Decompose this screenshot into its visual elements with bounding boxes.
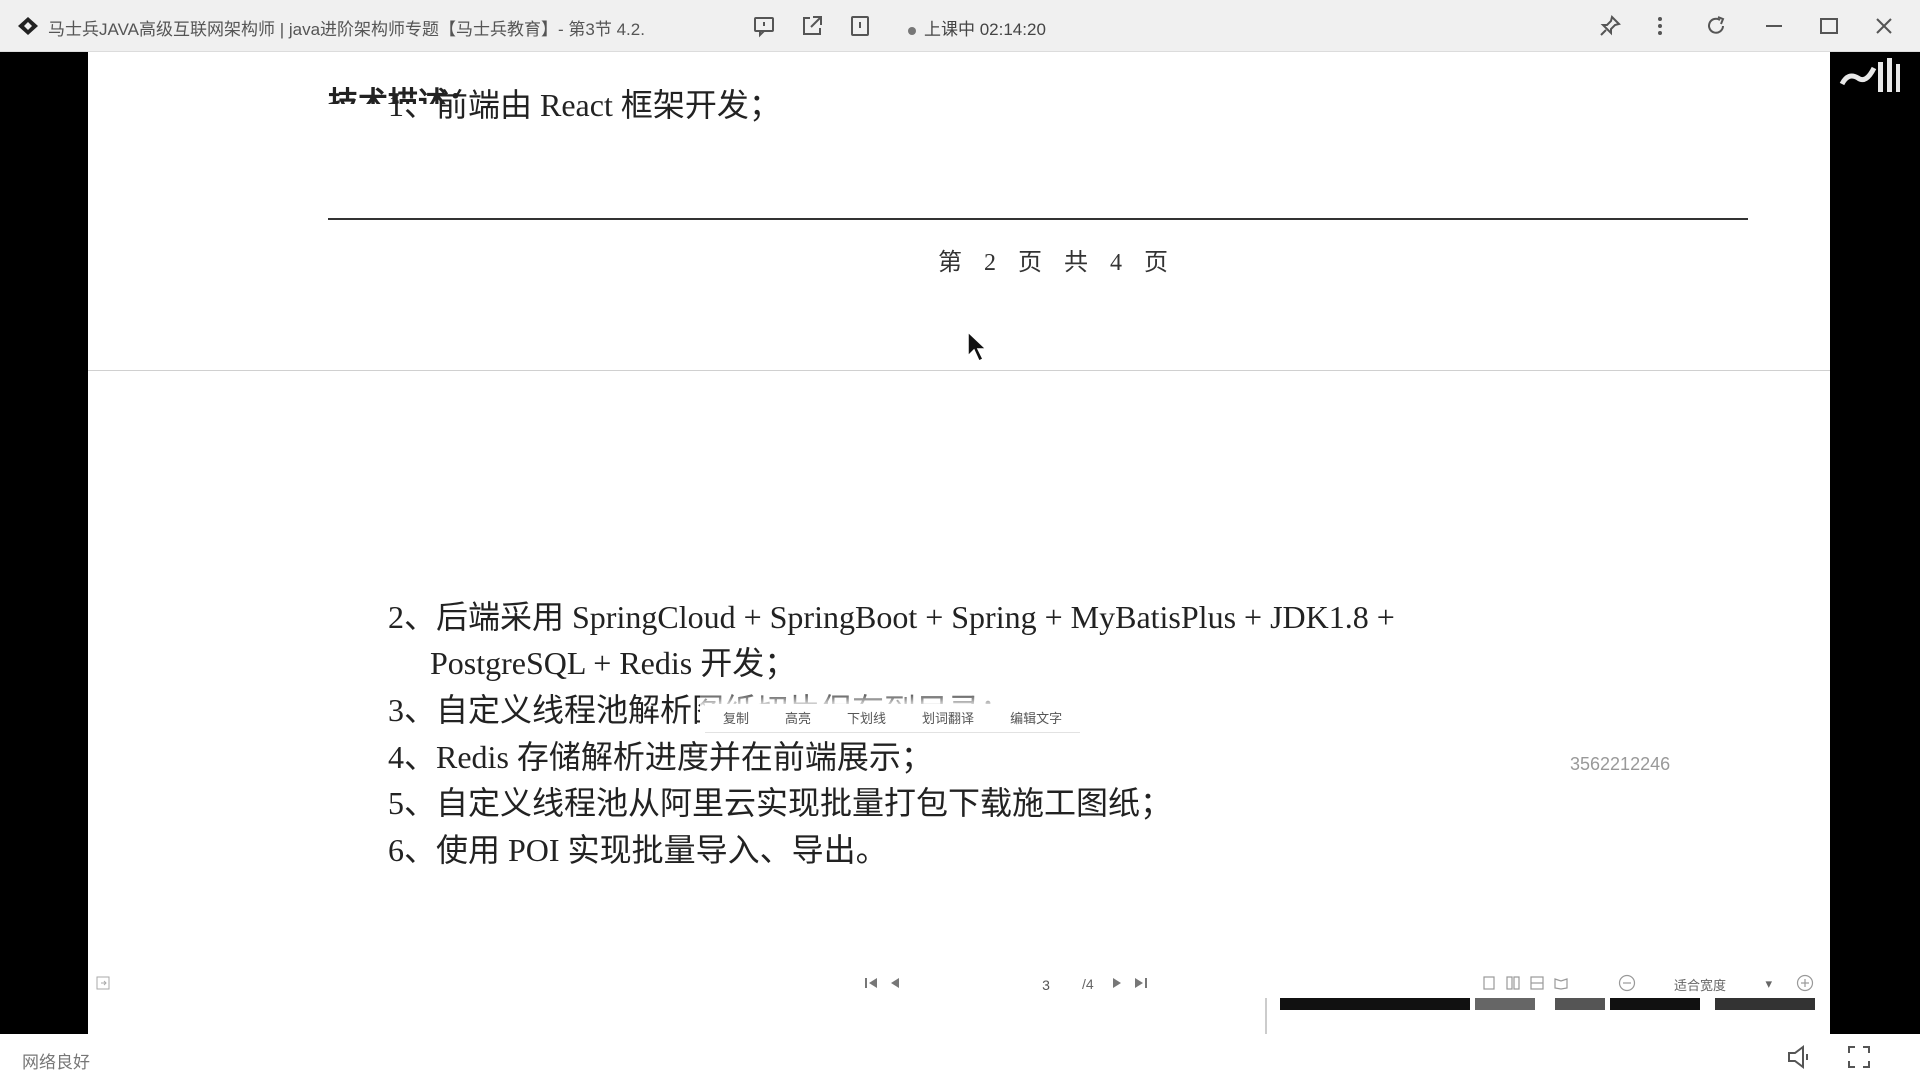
window-titlebar: 马士兵JAVA高级互联网架构师 | java进阶架构师专题【马士兵教育】- 第3…: [0, 0, 1920, 52]
last-page-icon[interactable]: [1134, 976, 1148, 990]
doc-line-5: 5、自定义线程池从阿里云实现批量打包下载施工图纸；: [388, 785, 1173, 821]
selection-context-toolbar: 复制 高亮 下划线 划词翻译 编辑文字: [705, 704, 1081, 733]
first-page-icon[interactable]: [864, 976, 878, 990]
page-gap-separator: [88, 370, 1830, 371]
document-viewer[interactable]: 技术描述： 1、前端由 React 框架开发； 第 2 页 共 4 页 2、后端…: [88, 52, 1830, 1002]
single-page-view-icon[interactable]: [1482, 976, 1496, 990]
highlight-button[interactable]: 高亮: [767, 704, 829, 732]
pip-icon[interactable]: [848, 14, 872, 38]
doc-line-2a: 2、后端采用 SpringCloud + SpringBoot + Spring…: [388, 599, 1395, 635]
doc-line-6: 6、使用 POI 实现批量导入、导出。: [388, 832, 888, 868]
prev-page-icon[interactable]: [888, 976, 902, 990]
minimize-icon[interactable]: [1762, 14, 1786, 38]
zoom-label: 适合宽度: [1674, 977, 1727, 993]
window-title: 马士兵JAVA高级互联网架构师 | java进阶架构师专题【马士兵教育】- 第3…: [48, 20, 645, 39]
thumbnail[interactable]: [1280, 998, 1470, 1010]
page-total: /4: [1082, 976, 1094, 992]
live-status-text: 上课中 02:14:20: [924, 20, 1046, 39]
translate-button[interactable]: 划词翻译: [904, 704, 992, 732]
thumbnail[interactable]: [1555, 998, 1605, 1010]
close-icon[interactable]: [1872, 14, 1896, 38]
thumbnail[interactable]: [1475, 998, 1535, 1010]
player-status-bar: 网络良好: [0, 1034, 1920, 1080]
zoom-in-icon[interactable]: [1796, 974, 1814, 992]
book-view-icon[interactable]: [1554, 976, 1568, 990]
more-icon[interactable]: [1648, 14, 1672, 38]
two-page-view-icon[interactable]: [1530, 976, 1544, 990]
page-footer: 第 2 页 共 4 页: [938, 250, 1176, 276]
sidebar-toggle-icon[interactable]: [96, 976, 110, 990]
bilibili-watermark-icon: [1839, 58, 1900, 92]
live-status: 上课中 02:14:20: [908, 15, 1046, 40]
viewer-toolbar: /4 适合宽度 ▾: [88, 968, 1830, 998]
maximize-icon[interactable]: [1817, 14, 1841, 38]
chevron-down-icon: ▾: [1765, 976, 1772, 991]
chat-icon[interactable]: [752, 14, 776, 38]
next-page-icon[interactable]: [1110, 976, 1124, 990]
fullscreen-icon[interactable]: [1844, 1042, 1874, 1072]
network-status: 网络良好: [22, 1053, 90, 1072]
underline-button[interactable]: 下划线: [829, 704, 904, 732]
copy-button[interactable]: 复制: [705, 704, 767, 732]
doc-line-4: 4、Redis 存储解析进度并在前端展示；: [388, 739, 933, 775]
doc-line-1: 1、前端由 React 框架开发；: [388, 87, 781, 123]
pin-icon[interactable]: [1598, 14, 1622, 38]
thumbnail[interactable]: [1715, 998, 1815, 1010]
continuous-view-icon[interactable]: [1506, 976, 1520, 990]
thumbnail[interactable]: [1610, 998, 1700, 1010]
zoom-select[interactable]: 适合宽度 ▾: [1668, 974, 1778, 994]
thumbnail-divider: [1265, 998, 1267, 1034]
video-letterbox-left: [0, 52, 88, 1034]
zoom-out-icon[interactable]: [1618, 974, 1636, 992]
share-icon[interactable]: [800, 14, 824, 38]
live-dot-icon: [908, 26, 916, 35]
video-letterbox-right: [1830, 52, 1920, 1034]
app-logo-icon: [18, 17, 38, 35]
thumbnail-strip: [1265, 998, 1830, 1034]
volume-icon[interactable]: [1784, 1042, 1814, 1072]
edit-text-button[interactable]: 编辑文字: [992, 704, 1080, 732]
user-id-watermark: 3562212246: [1570, 754, 1671, 774]
refresh-icon[interactable]: [1704, 14, 1728, 38]
mouse-cursor-icon: [967, 330, 988, 363]
page-number-input[interactable]: [1024, 974, 1068, 996]
page-divider-line: [328, 218, 1748, 220]
doc-line-2b: PostgreSQL + Redis 开发；: [430, 645, 797, 681]
